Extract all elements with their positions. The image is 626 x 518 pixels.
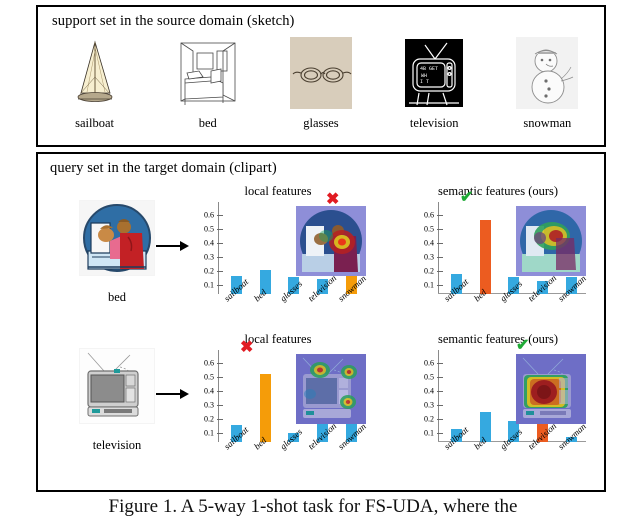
support-item-label: bed [198,116,217,130]
y-tick-label: 0.2 [424,414,434,424]
tv-semantic-heatmap [516,354,586,424]
query-row-bed: bed local features 0.6 0.5 0.4 0.3 0.2 0… [38,182,604,342]
query-row-television: television local features 0.6 0.5 0.4 0.… [38,330,604,490]
y-tick-label: 0.6 [424,210,434,220]
y-tick-label: 0.3 [424,252,434,262]
bar-bed [259,374,271,442]
cross-icon: ✖ [240,339,254,356]
television-sketch-icon: 4B GET WH I T [403,37,466,109]
y-tick-label: 0.1 [424,428,434,438]
snowman-sketch-icon [516,37,579,109]
check-icon: ✔ [460,189,474,206]
y-tick-label: 0.4 [424,238,434,248]
query-thumb-block-bed: bed [62,200,172,305]
check-icon: ✔ [516,337,530,354]
y-tick-label: 0.5 [424,372,434,382]
query-label: television [92,438,142,452]
svg-text:I T: I T [420,79,429,85]
y-tick-label: 0.6 [424,358,434,368]
svg-text:4B GET: 4B GET [420,66,438,72]
support-panel-title: support set in the source domain (sketch… [52,13,295,29]
y-tick-label: 0.5 [204,224,214,234]
bed-local-heatmap [296,206,366,276]
arrow-icon [156,388,190,400]
chart-title: local features [244,184,312,198]
support-item-label: sailboat [75,116,115,130]
y-tick-label: 0.2 [204,266,214,276]
support-set-panel: support set in the source domain (sketch… [36,5,606,147]
support-item-sailboat: sailboat [46,37,144,131]
y-tick-label: 0.3 [204,400,214,410]
bar-bed [479,220,491,294]
support-set-row: sailboat bed glasses 4B GET WH I T telev… [38,37,604,131]
y-tick-label: 0.4 [204,238,214,248]
figure-root: support set in the source domain (sketch… [0,0,626,517]
figure-caption: Figure 1. A 5-way 1-shot task for FS-UDA… [108,496,518,517]
y-tick-label: 0.1 [204,428,214,438]
y-tick-label: 0.4 [204,386,214,396]
y-tick-label: 0.6 [204,210,214,220]
sailboat-sketch-icon [63,37,126,109]
support-item-label: snowman [523,116,572,130]
x-axis-labels: sailboat bed glasses television snowman [222,421,368,486]
y-tick-label: 0.6 [204,358,214,368]
glasses-sketch-icon [289,37,352,109]
bed-clipart-icon [79,200,155,276]
chart-title: semantic features (ours) [437,332,559,346]
query-set-panel: query set in the target domain (clipart) [36,152,606,492]
y-tick-label: 0.5 [424,224,434,234]
y-tick-label: 0.5 [204,372,214,382]
y-tick-label: 0.2 [424,266,434,276]
tv-local-heatmap [296,354,366,424]
chart-title: local features [244,332,312,346]
y-tick-label: 0.4 [424,386,434,396]
support-item-bed: bed [159,37,257,131]
x-axis-labels: sailboat bed glasses television snowman [442,421,588,486]
bed-sketch-icon [176,37,239,109]
query-label: bed [107,290,127,304]
support-item-television: 4B GET WH I T television [385,37,483,131]
support-item-label: television [409,116,459,130]
y-tick-label: 0.3 [424,400,434,410]
bed-semantic-heatmap [516,206,586,276]
y-tick-label: 0.3 [204,252,214,262]
y-tick-label: 0.2 [204,414,214,424]
television-clipart-icon [79,348,155,424]
query-thumb-block-television: television [62,348,172,453]
support-item-label: glasses [303,116,339,130]
support-item-snowman: snowman [498,37,596,131]
query-panel-title: query set in the target domain (clipart) [50,160,277,176]
chart-title: semantic features (ours) [437,184,559,198]
y-tick-label: 0.1 [204,280,214,290]
y-tick-label: 0.1 [424,280,434,290]
arrow-icon [156,240,190,252]
support-item-glasses: glasses [272,37,370,131]
